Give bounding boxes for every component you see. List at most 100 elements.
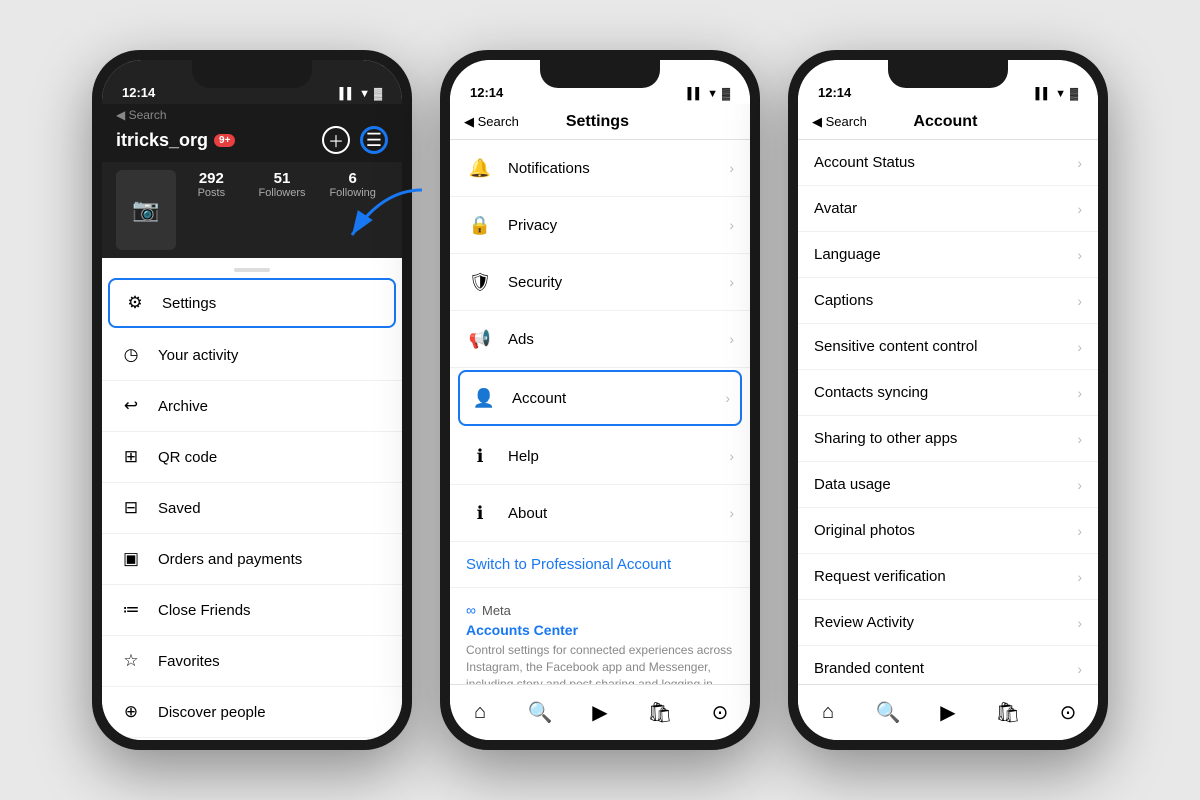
settings-icon: ⚙ (122, 290, 148, 316)
chevron-icon-a2: › (1077, 201, 1082, 217)
about-icon: ℹ (466, 499, 494, 527)
favorites-icon: ☆ (118, 648, 144, 674)
account-contacts[interactable]: Contacts syncing › (798, 370, 1098, 416)
privacy-icon: 🔒 (466, 211, 494, 239)
shop-nav-button[interactable]: 🛍 (642, 695, 678, 731)
account-branded-content[interactable]: Branded content › (798, 646, 1098, 684)
account-avatar[interactable]: Avatar › (798, 186, 1098, 232)
chevron-icon-a9: › (1077, 523, 1082, 539)
slide-handle (234, 268, 270, 272)
meta-description: Control settings for connected experienc… (466, 642, 734, 684)
phone-screen-3: 12:14 ▌▌ ▼ ▓ ◀ Search Account Account St… (798, 60, 1098, 740)
account-language[interactable]: Language › (798, 232, 1098, 278)
account-review-activity[interactable]: Review Activity › (798, 600, 1098, 646)
profile-nav-button[interactable]: ⊙ (702, 695, 738, 731)
account-status[interactable]: Account Status › (798, 140, 1098, 186)
chevron-icon-4: › (729, 331, 734, 347)
menu-item-saved[interactable]: ⊟ Saved (102, 483, 402, 534)
menu-item-qr[interactable]: ⊞ QR code (102, 432, 402, 483)
profile-nav-button-3[interactable]: ⊙ (1050, 695, 1086, 731)
settings-security[interactable]: 🛡 Security › (450, 254, 750, 311)
accounts-center-link[interactable]: Accounts Center (466, 622, 734, 638)
menu-item-archive[interactable]: ↩ Archive (102, 381, 402, 432)
account-request-verification[interactable]: Request verification › (798, 554, 1098, 600)
chevron-icon-a7: › (1077, 431, 1082, 447)
settings-nav-bar: ◀ Search Settings (450, 104, 750, 140)
posts-stat: 292 Posts (176, 170, 247, 250)
account-original-photos[interactable]: Original photos › (798, 508, 1098, 554)
settings-list: 🔔 Notifications › 🔒 Privacy › 🛡 Security… (450, 140, 750, 684)
settings-notifications[interactable]: 🔔 Notifications › (450, 140, 750, 197)
status-icons-2: ▌▌ ▼ ▓ (687, 88, 730, 100)
search-nav-button-3[interactable]: 🔍 (870, 695, 906, 731)
home-nav-button[interactable]: ⌂ (462, 695, 498, 731)
ads-icon: 📢 (466, 325, 494, 353)
menu-item-covid[interactable]: ◎ COVID-19 Information Center (102, 738, 402, 740)
settings-title: Settings (566, 113, 629, 131)
security-icon: 🛡 (466, 268, 494, 296)
menu-item-close-friends[interactable]: ≔ Close Friends (102, 585, 402, 636)
chevron-icon-a5: › (1077, 339, 1082, 355)
notch-2 (540, 60, 660, 88)
shop-nav-button-3[interactable]: 🛍 (990, 695, 1026, 731)
orders-icon: ▣ (118, 546, 144, 572)
slide-menu: ⚙ Settings ◷ Your activity ↩ Archive ⊞ Q… (102, 262, 402, 740)
account-sharing[interactable]: Sharing to other apps › (798, 416, 1098, 462)
menu-item-settings[interactable]: ⚙ Settings (108, 278, 396, 328)
battery-icon: ▓ (374, 88, 382, 100)
phone-3: 12:14 ▌▌ ▼ ▓ ◀ Search Account Account St… (788, 50, 1108, 750)
search-bar[interactable]: ◀ Search (116, 108, 388, 122)
phone-1: 12:14 ▌▌ ▼ ▓ ◀ Search itricks_org 9+ ＋ (92, 50, 412, 750)
menu-item-activity[interactable]: ◷ Your activity (102, 330, 402, 381)
archive-icon: ↩ (118, 393, 144, 419)
settings-help[interactable]: ℹ Help › (450, 428, 750, 485)
notch-1 (192, 60, 312, 88)
reels-nav-button[interactable]: ▶ (582, 695, 618, 731)
settings-account[interactable]: 👤 Account › (458, 370, 742, 426)
phone-2: 12:14 ▌▌ ▼ ▓ ◀ Search Settings 🔔 Notific… (440, 50, 760, 750)
account-captions[interactable]: Captions › (798, 278, 1098, 324)
menu-item-discover[interactable]: ⊕ Discover people (102, 687, 402, 738)
phone-frame-1: 12:14 ▌▌ ▼ ▓ ◀ Search itricks_org 9+ ＋ (92, 50, 412, 750)
chevron-icon-a12: › (1077, 661, 1082, 677)
account-back-button[interactable]: ◀ Search (812, 114, 867, 130)
account-settings-list: Account Status › Avatar › Language › Cap… (798, 140, 1098, 684)
add-post-button[interactable]: ＋ (322, 126, 350, 154)
reels-nav-button-3[interactable]: ▶ (930, 695, 966, 731)
chevron-icon-a8: › (1077, 477, 1082, 493)
account-sensitive[interactable]: Sensitive content control › (798, 324, 1098, 370)
signal-icon-2: ▌▌ (687, 88, 703, 100)
settings-back-button[interactable]: ◀ Search (464, 114, 519, 130)
help-icon: ℹ (466, 442, 494, 470)
menu-item-favorites[interactable]: ☆ Favorites (102, 636, 402, 687)
close-friends-icon: ≔ (118, 597, 144, 623)
chevron-icon-a6: › (1077, 385, 1082, 401)
phone-screen-1: 12:14 ▌▌ ▼ ▓ ◀ Search itricks_org 9+ ＋ (102, 60, 402, 740)
chevron-icon-a3: › (1077, 247, 1082, 263)
settings-about[interactable]: ℹ About › (450, 485, 750, 542)
battery-icon-3: ▓ (1070, 88, 1078, 100)
settings-privacy[interactable]: 🔒 Privacy › (450, 197, 750, 254)
chevron-icon-7: › (729, 505, 734, 521)
search-nav-button[interactable]: 🔍 (522, 695, 558, 731)
status-icons-3: ▌▌ ▼ ▓ (1035, 88, 1078, 100)
menu-item-orders[interactable]: ▣ Orders and payments (102, 534, 402, 585)
meta-logo: ∞ Meta (466, 602, 734, 618)
profile-username-row: itricks_org 9+ ＋ ☰ (116, 126, 388, 154)
notch-3 (888, 60, 1008, 88)
chevron-icon: › (729, 160, 734, 176)
bottom-nav-2: ⌂ 🔍 ▶ 🛍 ⊙ (450, 684, 750, 740)
account-data-usage[interactable]: Data usage › (798, 462, 1098, 508)
chevron-icon-a1: › (1077, 155, 1082, 171)
home-nav-button-3[interactable]: ⌂ (810, 695, 846, 731)
chevron-icon-a11: › (1077, 615, 1082, 631)
profile-header: ◀ Search itricks_org 9+ ＋ ☰ (102, 104, 402, 162)
settings-ads[interactable]: 📢 Ads › (450, 311, 750, 368)
switch-professional-link[interactable]: Switch to Professional Account (450, 542, 750, 587)
chevron-icon-5: › (725, 390, 730, 406)
chevron-icon-a4: › (1077, 293, 1082, 309)
account-icon: 👤 (470, 384, 498, 412)
notifications-icon: 🔔 (466, 154, 494, 182)
discover-icon: ⊕ (118, 699, 144, 725)
hamburger-menu-button[interactable]: ☰ (360, 126, 388, 154)
